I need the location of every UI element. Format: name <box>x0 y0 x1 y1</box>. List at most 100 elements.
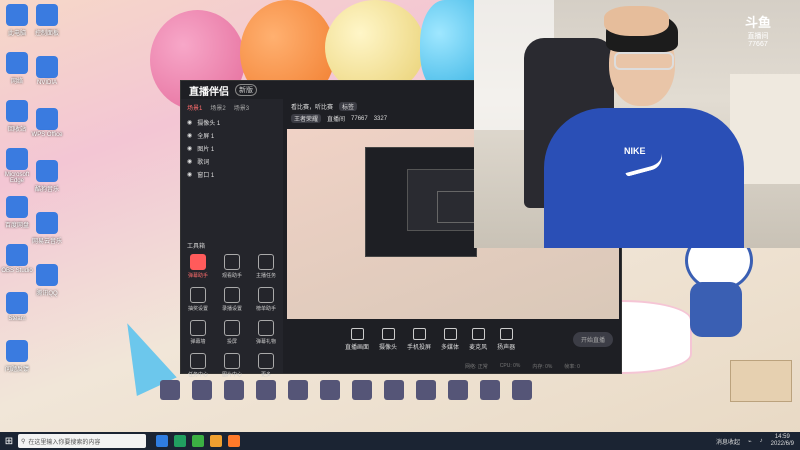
desktop-icon[interactable]: OBS Studio <box>0 244 34 274</box>
obs-icon <box>6 244 28 266</box>
desktop-icon[interactable]: 控制面板 <box>30 4 64 37</box>
tab-scene-3[interactable]: 场景3 <box>234 103 249 112</box>
tool-button[interactable]: 录播设置 <box>215 287 249 312</box>
person-shirt <box>544 108 744 248</box>
tab-scene-2[interactable]: 场景2 <box>210 103 225 112</box>
live-app-icon[interactable] <box>228 435 240 447</box>
clock[interactable]: 14:59 2022/6/9 <box>771 434 794 448</box>
eye-icon[interactable]: ◉ <box>187 158 192 165</box>
desktop-icon[interactable]: 腾讯QQ <box>30 264 64 297</box>
eye-icon[interactable]: ◉ <box>187 171 192 178</box>
desktop-icon-label: WPS Office <box>31 132 63 138</box>
tool-button[interactable]: 榜单助手 <box>249 287 283 312</box>
volume-icon[interactable]: ♪ <box>760 438 763 444</box>
scene-item[interactable]: ◉ 窗口 1 <box>181 168 283 181</box>
desktop-icon[interactable]: 酷狗音乐 <box>30 160 64 193</box>
tool-label: 更多 <box>260 372 271 378</box>
source-button[interactable]: 麦克风 <box>469 327 487 351</box>
task-view-icon[interactable] <box>156 435 168 447</box>
eye-icon[interactable]: ◉ <box>187 132 192 139</box>
desktop-icon[interactable]: NVIDIA <box>30 56 64 86</box>
scene-item[interactable]: ◉ 全屏 1 <box>181 129 283 142</box>
desktop-icon-label: 控制面板 <box>34 31 59 37</box>
tissue-box <box>730 360 792 402</box>
baidu-netdisk-icon <box>6 196 28 218</box>
person-hand <box>604 6 669 36</box>
room-title[interactable]: 看比赛，听比赛 <box>291 102 333 111</box>
screen-icon <box>350 327 364 340</box>
source-button[interactable]: 手机投屏 <box>407 327 431 351</box>
desktop-icon[interactable]: 此电脑 <box>0 4 34 37</box>
source-button[interactable]: 多媒体 <box>441 327 459 351</box>
taskbar-search[interactable]: ⚲ 在这里输入你要搜索的内容 <box>18 434 146 448</box>
tab-scene-1[interactable]: 场景1 <box>187 103 202 112</box>
tool-button[interactable]: 观看助手 <box>215 254 249 279</box>
scene-item[interactable]: ◉ 歌词 <box>181 155 283 168</box>
status-item: 内存: 0% <box>532 363 553 370</box>
version-badge[interactable]: 新版 <box>235 84 257 96</box>
tool-button[interactable]: 主播任务 <box>249 254 283 279</box>
source-button[interactable]: 扬声器 <box>497 327 515 351</box>
source-button[interactable]: 直播画面 <box>345 327 369 351</box>
desktop-icon[interactable]: 回收站 <box>0 100 34 133</box>
desktop-icon-label: 回收站 <box>7 127 26 133</box>
online-count: 3327 <box>373 115 388 122</box>
source-toolbar: 直播画面 摄像头 手机投屏 多媒体 麦克风 扬声器 开始直播 <box>285 321 621 357</box>
wechat-icon[interactable] <box>192 435 204 447</box>
tool-label: 投屏 <box>226 339 237 345</box>
desktop-icon[interactable]: WPS Office <box>30 108 64 138</box>
explorer-icon[interactable] <box>210 435 222 447</box>
tool-icon <box>258 287 274 303</box>
desktop-icon[interactable]: Steam <box>0 292 34 322</box>
tool-button[interactable]: 更多 <box>249 353 283 378</box>
platform-watermark: 斗鱼 直播间 77667 <box>728 12 788 48</box>
tool-button[interactable]: 弹幕墙 <box>181 320 215 345</box>
tool-label: 抽奖设置 <box>187 306 208 312</box>
scene-panel: 场景1 场景2 场景3 ◉ 摄像头 1 ◉ 全屏 1 ◉ 图片 1 ◉ 歌词 ◉ 窗口 1… <box>181 99 283 378</box>
status-item: 帧率: 0 <box>564 363 580 370</box>
tool-button[interactable]: 弹幕助手 <box>181 254 215 279</box>
scene-item[interactable]: ◉ 摄像头 1 <box>181 116 283 129</box>
tool-label: 榜单助手 <box>255 306 276 312</box>
desktop-icon-label: Steam <box>8 316 26 322</box>
eye-icon[interactable]: ◉ <box>187 145 192 152</box>
tool-button[interactable]: 图片中心 <box>215 353 249 378</box>
tool-icon <box>258 353 274 369</box>
tool-button[interactable]: 投屏 <box>215 320 249 345</box>
fans-count: 77667 <box>351 115 368 122</box>
tool-icon <box>190 320 206 336</box>
scene-item[interactable]: ◉ 图片 1 <box>181 142 283 155</box>
desktop-icon[interactable]: 网易云音乐 <box>30 212 64 245</box>
source-label: 摄像头 <box>379 344 398 351</box>
desktop-icon[interactable]: 问题反馈 <box>0 340 34 373</box>
tool-button[interactable]: 任务中心 <box>181 353 215 378</box>
edge-icon[interactable] <box>174 435 186 447</box>
tool-icon <box>224 254 240 270</box>
netease-icon <box>36 212 58 234</box>
start-live-button[interactable]: 开始直播 <box>572 331 613 347</box>
tool-icon <box>258 320 274 336</box>
windows-start-icon[interactable]: ⊞ <box>0 432 18 450</box>
tool-icon <box>224 353 240 369</box>
network-icon <box>6 52 28 74</box>
tool-label: 弹幕礼物 <box>255 339 276 345</box>
tool-icon <box>190 287 206 303</box>
tool-button[interactable]: 弹幕礼物 <box>249 320 283 345</box>
eye-icon[interactable]: ◉ <box>187 119 192 126</box>
desktop-icon[interactable]: 百度网盘 <box>0 196 34 229</box>
desktop-icon[interactable]: 网络 <box>0 52 34 85</box>
tool-label: 任务中心 <box>187 372 208 378</box>
source-button[interactable]: 摄像头 <box>379 327 398 351</box>
tool-icon <box>190 254 206 270</box>
desktop-icon[interactable]: Microsoft Edge <box>0 148 34 184</box>
tool-label: 弹幕墙 <box>190 339 206 345</box>
app-title: 直播伴侣 <box>189 86 229 98</box>
desktop-icon-label: Microsoft Edge <box>4 172 30 184</box>
tool-button[interactable]: 抽奖设置 <box>181 287 215 312</box>
category-chip[interactable]: 王者荣耀 <box>291 114 322 123</box>
tray-message[interactable]: 消息收起 <box>716 437 740 446</box>
tool-label: 主播任务 <box>255 273 276 279</box>
network-icon[interactable]: ⌁ <box>748 438 752 445</box>
room-tag[interactable]: 标签 <box>339 102 358 111</box>
glasses <box>614 52 674 70</box>
